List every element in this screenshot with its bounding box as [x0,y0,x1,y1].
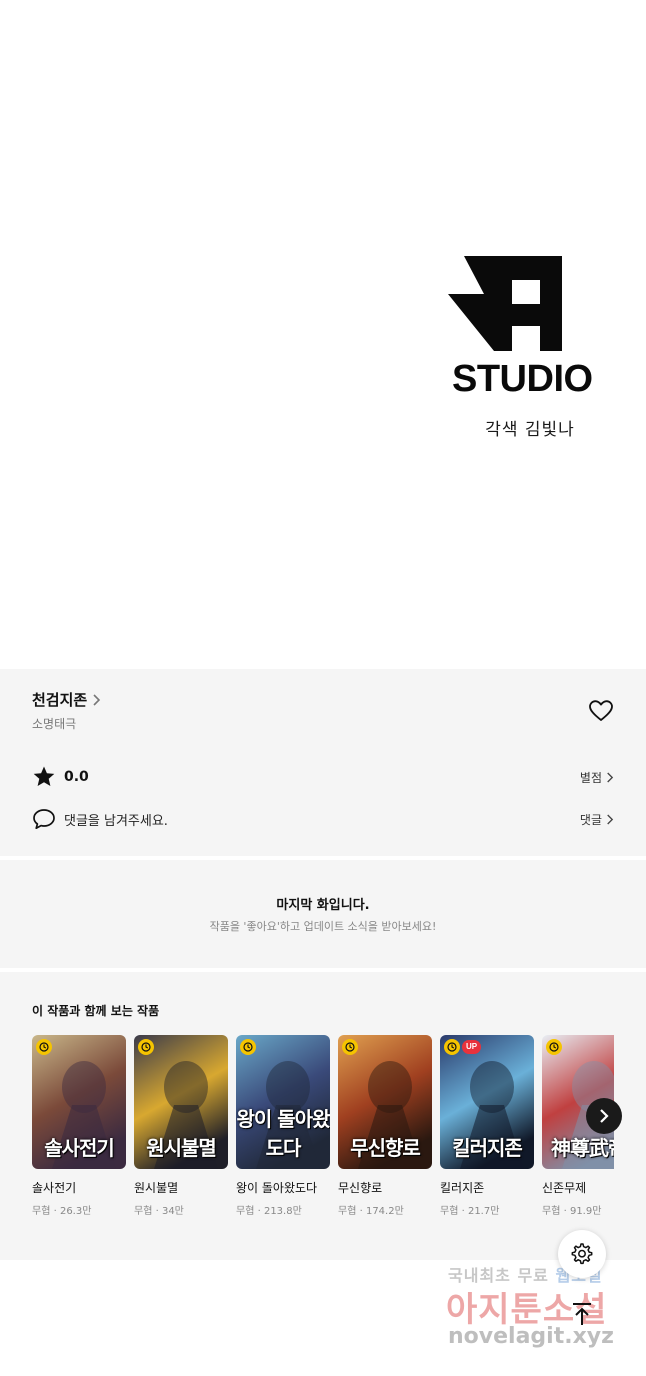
clock-icon [138,1039,154,1055]
cover-title-art: 킬러지존 [452,1136,523,1160]
rate-link[interactable]: 별점 [580,769,614,786]
recommendation-card[interactable]: 원시불멸 원시불멸 무협 · 34만 [134,1035,228,1217]
cover-thumbnail: 솔사전기 [32,1035,126,1169]
card-title: 신존무제 [542,1181,587,1195]
last-episode-notice: 마지막 화입니다. 작품을 '좋아요'하고 업데이트 소식을 받아보세요! [0,860,646,968]
comment-prompt[interactable]: 댓글을 남겨주세요. [64,810,168,829]
card-meta: 무협 · 21.7만 [440,1202,534,1217]
card-title: 무신향로 [338,1181,383,1195]
card-views: 174.2만 [365,1206,404,1217]
carousel-next-button[interactable] [586,1098,622,1134]
card-meta: 무협 · 91.9만 [542,1202,614,1217]
card-genre: 무협 [338,1206,357,1217]
card-genre: 무협 [32,1206,51,1217]
meta-separator: · [254,1206,264,1217]
comment-row: 댓글을 남겨주세요. 댓글 [32,807,614,831]
recommendation-card[interactable]: 왕이 돌아왔도다 왕이 돌아왔도다 무협 · 213.8만 [236,1035,330,1217]
recommendation-card[interactable]: 무신향로 무신향로 무협 · 174.2만 [338,1035,432,1217]
chevron-right-icon [607,772,614,782]
work-title: 천검지존 [32,691,88,709]
clock-icon [36,1039,52,1055]
recommendation-card[interactable]: UP 킬러지존 킬러지존 무협 · 21.7만 [440,1035,534,1217]
last-episode-subtitle: 작품을 '좋아요'하고 업데이트 소식을 받아보세요! [209,920,437,933]
card-title: 원시불멸 [134,1181,179,1195]
recommendations-section: 이 작품과 함께 보는 작품 솔사전기 솔사전기 무협 · 26.3만 원시불멸 원시불… [0,972,646,1260]
card-meta: 무협 · 174.2만 [338,1202,432,1217]
card-genre: 무협 [542,1206,561,1217]
speech-bubble-icon [33,809,55,830]
cover-title-art: 神尊武帝 [551,1136,614,1160]
card-views: 26.3만 [59,1206,92,1217]
cover-title-art: 왕이 돌아왔도다 [236,1107,330,1160]
clock-icon [546,1039,562,1055]
arrow-up-icon[interactable] [568,1300,596,1328]
cover-title-art: 무신향로 [350,1136,421,1160]
card-views: 91.9만 [569,1206,602,1217]
clock-icon [444,1039,460,1055]
cover-thumbnail: 원시불멸 [134,1035,228,1169]
meta-separator: · [560,1206,570,1217]
cover-thumbnail: UP 킬러지존 [440,1035,534,1169]
cover-title-art: 원시불멸 [146,1136,217,1160]
work-genre-tag: 소명태극 [32,717,77,731]
settings-button[interactable] [558,1230,606,1278]
chevron-right-icon [93,693,101,706]
chevron-right-icon [607,814,614,824]
recommendations-carousel[interactable]: 솔사전기 솔사전기 무협 · 26.3만 원시불멸 원시불멸 무협 · 34만 왕이 돌아왔… [32,1035,614,1225]
card-meta: 무협 · 34만 [134,1202,228,1217]
card-meta: 무협 · 213.8만 [236,1202,330,1217]
rate-link-label: 별점 [579,770,602,785]
rating-row: 0.0 별점 [32,765,614,789]
recommendations-heading: 이 작품과 함께 보는 작품 [32,1004,160,1018]
card-views: 213.8만 [263,1206,302,1217]
last-episode-title: 마지막 화입니다. [276,898,370,913]
cover-thumbnail: 무신향로 [338,1035,432,1169]
cover-thumbnail: 왕이 돌아왔도다 [236,1035,330,1169]
meta-separator: · [50,1206,60,1217]
card-genre: 무협 [236,1206,255,1217]
rating-value: 0.0 [64,769,89,785]
star-icon [33,766,55,786]
heart-icon[interactable] [588,699,614,723]
clock-icon [240,1039,256,1055]
work-info-panel: 천검지존 소명태극 0.0 별점 댓글을 남겨주세요. 댓글 [0,669,646,856]
card-views: 34만 [161,1206,184,1217]
card-title: 왕이 돌아왔도다 [236,1181,318,1195]
clock-icon [342,1039,358,1055]
card-genre: 무협 [440,1206,459,1217]
comments-link-label: 댓글 [579,812,602,827]
card-title: 솔사전기 [32,1181,77,1195]
card-genre: 무협 [134,1206,153,1217]
recommendation-card[interactable]: 솔사전기 솔사전기 무협 · 26.3만 [32,1035,126,1217]
meta-separator: · [458,1206,468,1217]
chevron-right-icon [600,1109,609,1123]
cover-title-art: 솔사전기 [44,1136,115,1160]
credit-adaptation: 각색 김빛나 [485,420,575,440]
up-badge: UP [462,1040,482,1054]
meta-separator: · [152,1206,162,1217]
credits-panel: STUDIO 각색 김빛나 [0,0,646,669]
card-views: 21.7만 [467,1206,500,1217]
studio-logo [448,256,562,351]
meta-separator: · [356,1206,366,1217]
site-watermark: 국내최초 무료 웹소설 아지툰소설 novelagit.xyz [444,1262,634,1362]
studio-wordmark: STUDIO [452,358,593,400]
work-title-link[interactable]: 천검지존 [32,689,101,710]
card-title: 킬러지존 [440,1181,485,1195]
gear-icon [571,1243,593,1265]
card-meta: 무협 · 26.3만 [32,1202,126,1217]
comments-link[interactable]: 댓글 [580,811,614,828]
